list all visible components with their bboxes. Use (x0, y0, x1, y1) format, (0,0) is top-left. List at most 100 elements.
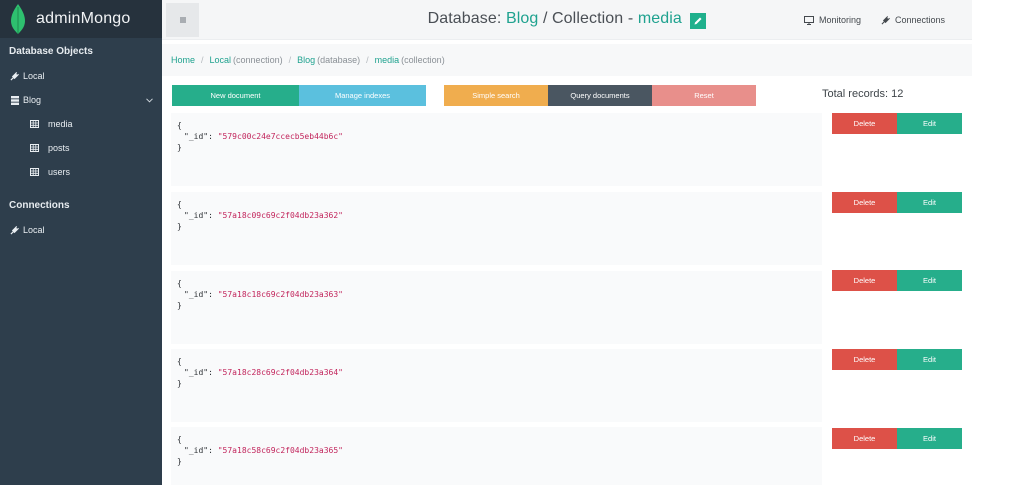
monitoring-link[interactable]: Monitoring (804, 15, 861, 25)
monitor-icon (804, 15, 814, 25)
row-actions: Delete Edit (832, 349, 962, 370)
json-open-brace: { (177, 121, 182, 130)
manage-indexes-button[interactable]: Manage indexes (299, 85, 426, 106)
sidebar-item-users[interactable]: users (0, 160, 162, 184)
top-bar: Database: Blog / Collection - media Moni… (162, 0, 972, 40)
breadcrumb-collection[interactable]: media (375, 55, 400, 65)
json-id-line: "_id": "57a18c28c69c2f04db23a364" (177, 367, 816, 378)
table-icon (29, 168, 40, 176)
document-toolbar: New document Manage indexes (172, 85, 426, 106)
sidebar-item-label: posts (48, 143, 70, 153)
sidebar-item-label: users (48, 167, 71, 177)
document-panel[interactable]: { "_id": "57a18c18c69c2f04db23a363" } (171, 271, 822, 344)
sidebar-item-local[interactable]: Local (0, 64, 162, 88)
breadcrumb-separator: / (366, 55, 369, 65)
title-database: Blog (505, 10, 539, 27)
reset-button[interactable]: Reset (652, 85, 756, 106)
json-key: "_id": (184, 132, 213, 141)
sidebar-item-posts[interactable]: posts (0, 136, 162, 160)
delete-button[interactable]: Delete (832, 270, 897, 291)
json-close-brace: } (177, 379, 182, 388)
json-key: "_id": (184, 211, 213, 220)
breadcrumb-home[interactable]: Home (171, 55, 195, 65)
row-actions: Delete Edit (832, 113, 962, 134)
row-actions: Delete Edit (832, 270, 962, 291)
simple-search-button[interactable]: Simple search (444, 85, 548, 106)
json-open-brace: { (177, 279, 182, 288)
table-icon (29, 120, 40, 128)
json-key: "_id": (184, 368, 213, 377)
json-open-brace: { (177, 357, 182, 366)
connections-heading: Connections (9, 199, 70, 211)
json-id-line: "_id": "579c00c24e7ccecb5eb44b6c" (177, 131, 816, 142)
edit-button[interactable]: Edit (897, 192, 962, 213)
document-panel[interactable]: { "_id": "57a18c28c69c2f04db23a364" } (171, 349, 822, 422)
json-close-brace: } (177, 301, 182, 310)
sidebar-item-media[interactable]: media (0, 112, 162, 136)
json-id-line: "_id": "57a18c09c69c2f04db23a362" (177, 210, 816, 221)
title-collection-prefix: / Collection - (542, 10, 634, 27)
document-panel[interactable]: { "_id": "579c00c24e7ccecb5eb44b6c" } (171, 113, 822, 186)
document-panel[interactable]: { "_id": "57a18c09c69c2f04db23a362" } (171, 192, 822, 265)
json-id-line: "_id": "57a18c18c69c2f04db23a363" (177, 289, 816, 300)
query-documents-button[interactable]: Query documents (548, 85, 652, 106)
breadcrumb-database[interactable]: Blog (297, 55, 315, 65)
sidebar-item-blog[interactable]: Blog (0, 88, 162, 112)
json-key: "_id": (184, 290, 213, 299)
breadcrumb: Home / Local (connection) / Blog (databa… (162, 44, 972, 76)
plug-icon (881, 15, 890, 24)
brand[interactable]: adminMongo (0, 0, 162, 38)
plug-icon (9, 225, 20, 235)
json-open-brace: { (177, 435, 182, 444)
row-actions: Delete Edit (832, 428, 962, 449)
json-key: "_id": (184, 446, 213, 455)
json-id-value: "57a18c09c69c2f04db23a362" (217, 211, 343, 220)
sidebar-item-label: Local (23, 71, 45, 81)
breadcrumb-connection[interactable]: Local (210, 55, 232, 65)
json-id-line: "_id": "57a18c58c69c2f04db23a365" (177, 445, 816, 456)
breadcrumb-note: (database) (317, 55, 361, 65)
breadcrumb-note: (connection) (233, 55, 283, 65)
document-panel[interactable]: { "_id": "57a18c58c69c2f04db23a365" } (171, 427, 822, 485)
json-id-value: "57a18c58c69c2f04db23a365" (217, 446, 343, 455)
breadcrumb-separator: / (201, 55, 204, 65)
edit-button[interactable]: Edit (897, 270, 962, 291)
json-close-brace: } (177, 143, 182, 152)
search-toolbar: Simple search Query documents Reset (444, 85, 756, 106)
connections-label: Connections (895, 15, 946, 25)
json-id-value: "57a18c28c69c2f04db23a364" (217, 368, 343, 377)
sidebar-item-connection-local[interactable]: Local (0, 218, 162, 242)
delete-button[interactable]: Delete (832, 192, 897, 213)
database-objects-heading: Database Objects (9, 45, 93, 57)
delete-button[interactable]: Delete (832, 113, 897, 134)
json-open-brace: { (177, 200, 182, 209)
app-root: adminMongo Database Objects Local Blog m… (0, 0, 1021, 485)
sidebar-divider (0, 184, 162, 192)
json-id-value: "579c00c24e7ccecb5eb44b6c" (217, 132, 343, 141)
sidebar-item-label: Local (23, 225, 45, 235)
title-collection: media (637, 10, 682, 27)
sidebar: adminMongo Database Objects Local Blog m… (0, 0, 162, 485)
mongodb-leaf-icon (11, 4, 25, 34)
breadcrumb-separator: / (288, 55, 292, 65)
delete-button[interactable]: Delete (832, 428, 897, 449)
pencil-icon[interactable] (690, 13, 707, 29)
edit-button[interactable]: Edit (897, 349, 962, 370)
row-actions: Delete Edit (832, 192, 962, 213)
breadcrumb-note: (collection) (401, 55, 445, 65)
sidebar-item-label: Blog (23, 95, 42, 105)
table-icon (29, 144, 40, 152)
json-id-value: "57a18c18c69c2f04db23a363" (217, 290, 343, 299)
plug-icon (9, 71, 20, 81)
delete-button[interactable]: Delete (832, 349, 897, 370)
json-close-brace: } (177, 457, 182, 466)
connections-link[interactable]: Connections (881, 15, 945, 25)
monitoring-label: Monitoring (819, 15, 862, 25)
edit-button[interactable]: Edit (897, 113, 962, 134)
total-records: Total records: 12 (822, 88, 904, 100)
chevron-down-icon[interactable] (146, 95, 153, 105)
database-icon (9, 95, 20, 105)
edit-button[interactable]: Edit (897, 428, 962, 449)
title-prefix: Database: (427, 10, 502, 27)
new-document-button[interactable]: New document (172, 85, 299, 106)
